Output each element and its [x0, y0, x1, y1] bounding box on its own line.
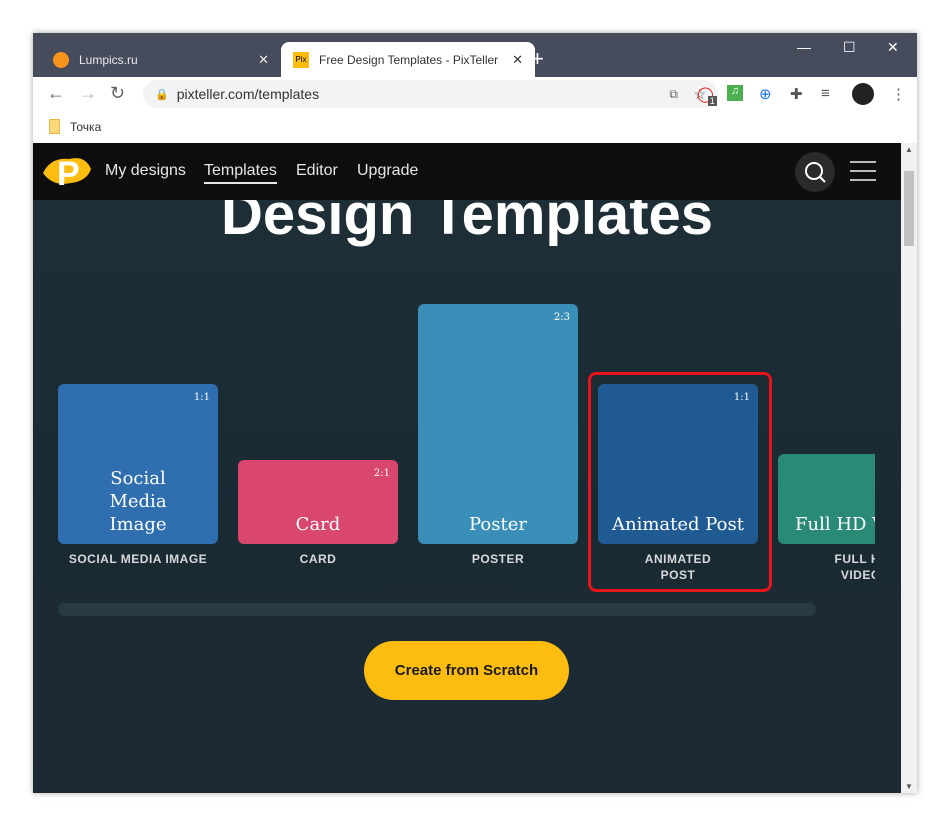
template-name: Poster [469, 514, 527, 535]
bookmark-tochka[interactable]: Точка [70, 120, 101, 134]
template-card[interactable]: 2:1 Card [238, 460, 398, 544]
search-icon [805, 162, 826, 183]
template-name: Full HD V [795, 514, 875, 535]
template-name: Card [295, 514, 341, 535]
nav-editor[interactable]: Editor [296, 162, 338, 180]
music-extension-icon[interactable]: ♫ [727, 85, 743, 101]
avatar[interactable] [852, 83, 874, 105]
translate-icon[interactable]: ⧉ [669, 87, 678, 102]
back-icon[interactable]: ← [47, 83, 65, 104]
tab-lumpics[interactable]: Lumpics.ru ✕ [41, 42, 281, 77]
new-tab-icon[interactable]: + [531, 46, 544, 72]
svg-text:P: P [57, 155, 80, 191]
toolbar: ← → ↻ 🔒 pixteller.com/templates ⧉ ☆ ◯1 ♫… [33, 77, 917, 110]
template-name: Social Media Image [109, 468, 167, 535]
close-tab-icon[interactable]: ✕ [258, 52, 269, 68]
pixteller-logo[interactable]: P [41, 151, 93, 191]
maximize-icon[interactable]: ☐ [843, 39, 856, 56]
highlight-box [588, 372, 772, 592]
template-label: CARD [299, 552, 337, 566]
hamburger-menu-icon[interactable] [850, 161, 876, 188]
media-control-icon[interactable]: ≡ [821, 85, 830, 102]
browser-window: Lumpics.ru ✕ Pix Free Design Templates -… [33, 33, 917, 793]
search-button[interactable] [795, 152, 835, 192]
template-poster[interactable]: 2:3 Poster [418, 304, 578, 544]
scrollbar-thumb[interactable] [904, 171, 914, 246]
template-label: FULL H VIDEC [834, 552, 875, 582]
reload-icon[interactable]: ↻ [110, 83, 125, 104]
scroll-up-icon[interactable]: ▲ [905, 145, 913, 154]
close-tab-icon[interactable]: ✕ [512, 52, 523, 68]
site-nav: P My designs Templates Editor Upgrade [33, 143, 901, 200]
globe-extension-icon[interactable]: ⊕ [759, 85, 772, 103]
nav-templates[interactable]: Templates [204, 162, 277, 184]
nav-upgrade[interactable]: Upgrade [357, 162, 418, 180]
template-social-media-image[interactable]: 1:1 Social Media Image [58, 384, 218, 544]
page-content: P My designs Templates Editor Upgrade De… [33, 143, 901, 793]
nav-my-designs[interactable]: My designs [105, 162, 186, 180]
ratio-badge: 1:1 [193, 392, 210, 403]
opera-extension-icon[interactable]: ◯1 [697, 85, 723, 106]
tab-title: Free Design Templates - PixTeller [319, 52, 499, 67]
template-label: POSTER [471, 552, 525, 566]
orange-icon [53, 51, 69, 68]
extension-badge: 1 [707, 96, 717, 106]
bookmarks-bar: Точка [33, 110, 917, 143]
ratio-badge: 2:1 [373, 468, 390, 479]
carousel-scrollbar[interactable] [58, 603, 816, 616]
tab-pixteller[interactable]: Pix Free Design Templates - PixTeller ✕ [281, 42, 535, 77]
minimize-icon[interactable]: — [797, 39, 811, 55]
tab-title: Lumpics.ru [79, 52, 138, 67]
lock-icon: 🔒 [155, 88, 169, 101]
more-icon[interactable]: ⋮ [891, 85, 906, 103]
puzzle-icon[interactable]: ✚ [790, 85, 803, 103]
folder-icon [49, 119, 60, 134]
url-text: pixteller.com/templates [176, 86, 320, 102]
scroll-down-icon[interactable]: ▼ [905, 782, 913, 791]
forward-icon[interactable]: → [79, 83, 97, 104]
template-full-hd-video[interactable]: Full HD V [778, 454, 875, 544]
pixteller-icon: Pix [293, 51, 309, 68]
ratio-badge: 2:3 [553, 312, 570, 323]
create-from-scratch-button[interactable]: Create from Scratch [364, 641, 569, 700]
template-label: SOCIAL MEDIA IMAGE [68, 552, 208, 566]
address-bar[interactable]: 🔒 pixteller.com/templates ⧉ ☆ [143, 80, 718, 108]
page-scrollbar[interactable]: ▲ ▼ [901, 143, 917, 793]
tab-bar: Lumpics.ru ✕ Pix Free Design Templates -… [33, 33, 917, 77]
close-window-icon[interactable]: ✕ [887, 39, 899, 56]
